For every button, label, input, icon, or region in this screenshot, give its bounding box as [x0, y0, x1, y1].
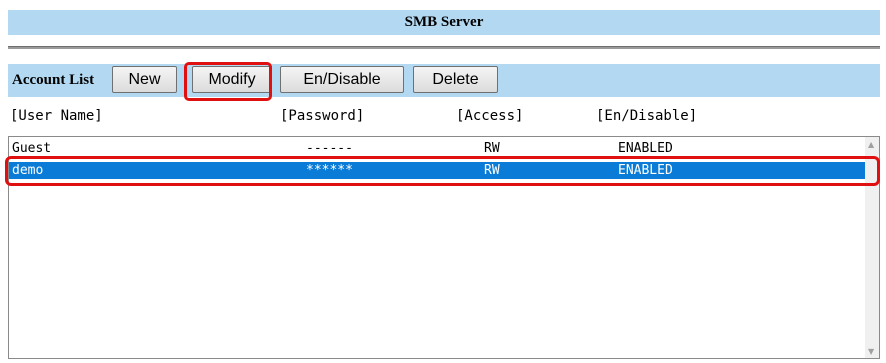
divider — [8, 46, 880, 49]
account-user-name: demo — [12, 163, 44, 178]
page-title: SMB Server — [404, 14, 484, 30]
account-status: ENABLED — [618, 141, 673, 156]
account-list-label: Account List — [12, 72, 95, 88]
account-password: ------ — [306, 141, 353, 156]
account-list-toolbar: Account List New Modify En/Disable Delet… — [8, 64, 880, 97]
list-item-demo[interactable]: demo ****** RW ENABLED — [9, 162, 866, 179]
modify-button[interactable]: Modify — [192, 66, 272, 93]
list-item-guest[interactable]: Guest ------ RW ENABLED — [9, 140, 866, 157]
column-header-user-name: [User Name] — [10, 108, 103, 124]
column-header-endisable: [En/Disable] — [596, 108, 698, 124]
vertical-scrollbar[interactable]: ▲ ▼ — [865, 137, 879, 358]
column-headers: [User Name] [Password] [Access] [En/Disa… — [10, 106, 880, 128]
account-password: ****** — [306, 163, 353, 178]
new-button[interactable]: New — [112, 66, 177, 93]
column-header-access: [Access] — [456, 108, 524, 124]
scroll-down-arrow-icon[interactable]: ▼ — [868, 347, 874, 356]
account-status: ENABLED — [618, 163, 673, 178]
scroll-up-arrow-icon[interactable]: ▲ — [868, 140, 874, 149]
title-bar: SMB Server — [8, 10, 880, 35]
column-header-password: [Password] — [280, 108, 365, 124]
account-listbox[interactable]: Guest ------ RW ENABLED demo ****** RW E… — [8, 136, 880, 359]
delete-button[interactable]: Delete — [413, 66, 498, 93]
endisable-button[interactable]: En/Disable — [280, 66, 404, 93]
account-access: RW — [484, 163, 500, 178]
account-user-name: Guest — [12, 141, 52, 156]
account-access: RW — [484, 141, 500, 156]
